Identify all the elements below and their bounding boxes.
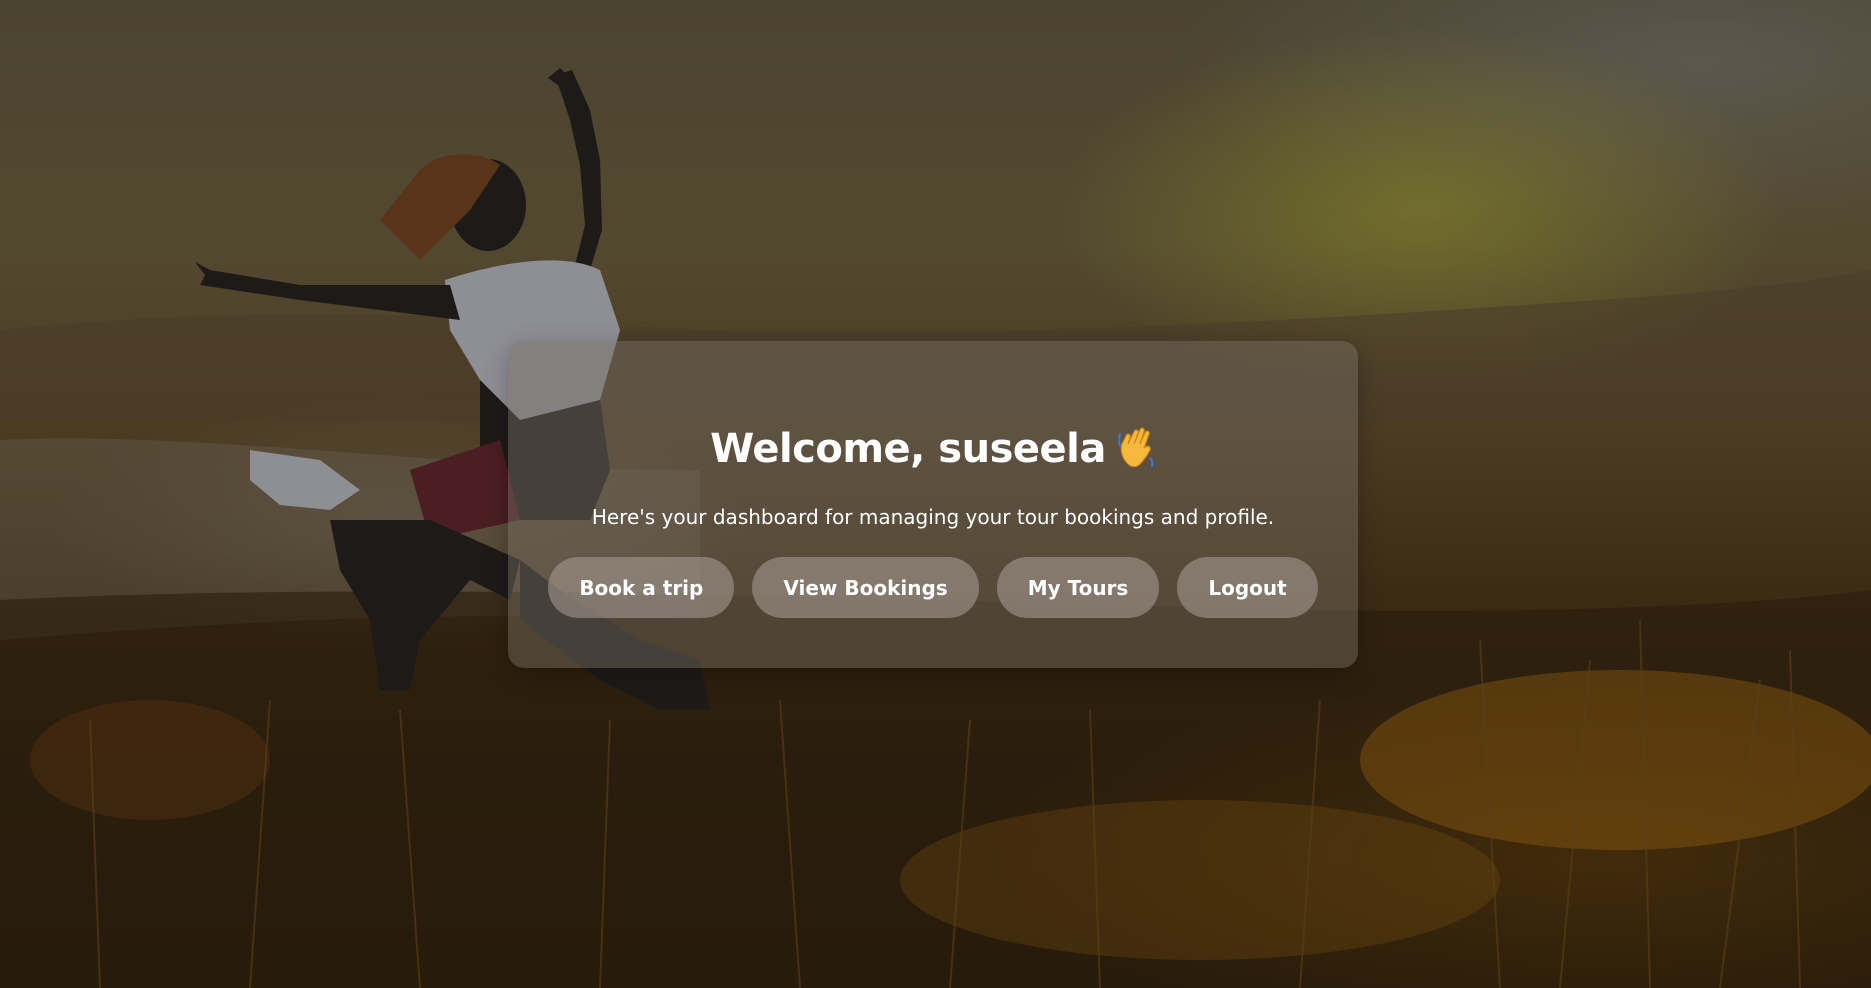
my-tours-button[interactable]: My Tours [996,557,1160,618]
logout-button[interactable]: Logout [1177,557,1318,618]
book-trip-button[interactable]: Book a trip [548,557,735,618]
view-bookings-button[interactable]: View Bookings [752,557,979,618]
waving-hand-icon [1118,427,1154,468]
action-buttons: Book a trip View Bookings My Tours Logou… [508,557,1358,618]
welcome-subtitle: Here's your dashboard for managing your … [591,505,1275,529]
welcome-card: Welcome, suseela Here's your dashboard f… [508,341,1358,668]
page-title: Welcome, suseela [508,424,1358,472]
welcome-title-text: Welcome, suseela [710,426,1106,472]
